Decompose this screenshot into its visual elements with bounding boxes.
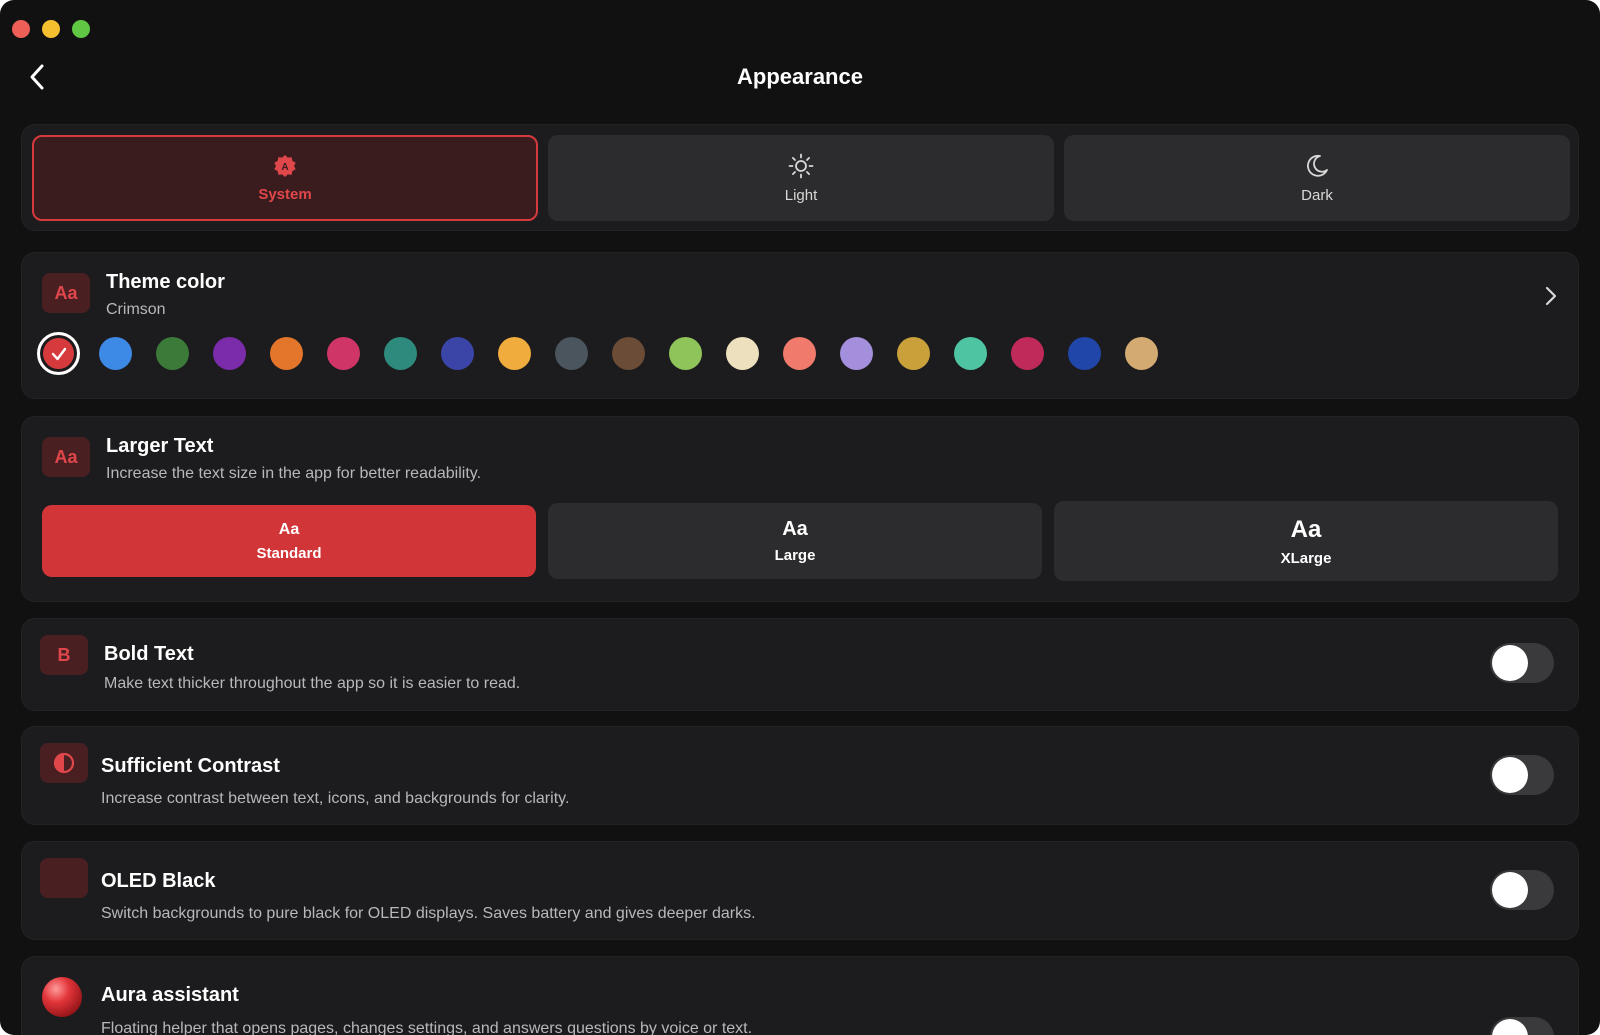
color-swatch[interactable]	[441, 337, 474, 370]
mode-label-dark: Dark	[1301, 186, 1333, 204]
bold-text-description: Make text thicker throughout the app so …	[104, 675, 521, 692]
color-swatch[interactable]	[555, 337, 588, 370]
contrast-icon-box	[40, 743, 88, 783]
aura-description: Floating helper that opens pages, change…	[101, 1020, 753, 1035]
bold-text-icon: B	[40, 635, 88, 675]
mode-option-light[interactable]: Light	[548, 135, 1054, 221]
appearance-mode-selector: A System Light Dark	[21, 124, 1579, 231]
toggle-knob	[1492, 872, 1528, 908]
text-size-xlarge-label: XLarge	[1280, 549, 1332, 567]
color-swatch[interactable]	[498, 337, 531, 370]
color-swatch[interactable]	[270, 337, 303, 370]
color-swatch[interactable]	[327, 337, 360, 370]
zoom-window-button[interactable]	[72, 20, 90, 38]
color-swatch[interactable]	[897, 337, 930, 370]
system-badge-icon: A	[274, 154, 296, 177]
contrast-icon	[53, 752, 75, 774]
oled-black-section: OLED Black Switch backgrounds to pure bl…	[21, 841, 1579, 940]
chevron-right-icon	[1545, 286, 1557, 306]
larger-text-icon: Aa	[42, 437, 90, 477]
minimize-window-button[interactable]	[42, 20, 60, 38]
checkmark-icon	[51, 347, 66, 360]
oled-icon-box	[40, 858, 88, 898]
text-size-large-label: Large	[774, 547, 816, 564]
color-swatch-row	[37, 332, 1158, 375]
mode-option-dark[interactable]: Dark	[1064, 135, 1570, 221]
app-window: Appearance A System Light Dark Aa Theme …	[0, 0, 1600, 1035]
aura-assistant-section: Aura assistant Floating helper that open…	[21, 956, 1579, 1035]
contrast-description: Increase contrast between text, icons, a…	[101, 790, 570, 807]
color-swatch[interactable]	[954, 337, 987, 370]
text-size-large[interactable]: Aa Large	[548, 503, 1042, 579]
bold-text-section: B Bold Text Make text thicker throughout…	[21, 618, 1579, 711]
color-swatch[interactable]	[37, 332, 80, 375]
text-size-standard-label: Standard	[256, 544, 322, 562]
crescent-moon-icon	[59, 869, 68, 887]
traffic-lights	[12, 20, 90, 38]
toggle-knob	[1492, 757, 1528, 793]
color-swatch[interactable]	[213, 337, 246, 370]
color-swatch[interactable]	[840, 337, 873, 370]
mode-label-light: Light	[784, 186, 818, 204]
larger-text-title: Larger Text	[106, 435, 214, 457]
moon-icon	[1307, 154, 1328, 177]
larger-text-section: Aa Larger Text Increase the text size in…	[21, 416, 1579, 602]
text-size-standard[interactable]: Aa Standard	[42, 505, 536, 577]
sufficient-contrast-section: Sufficient Contrast Increase contrast be…	[21, 726, 1579, 825]
larger-text-description: Increase the text size in the app for be…	[106, 465, 482, 482]
color-swatch[interactable]	[156, 337, 189, 370]
text-size-xlarge-glyph: Aa	[1290, 515, 1322, 543]
toggle-knob	[1492, 1019, 1528, 1035]
mode-label-system: System	[258, 185, 312, 203]
text-size-large-glyph: Aa	[782, 518, 808, 540]
theme-color-icon: Aa	[42, 273, 90, 313]
color-swatch[interactable]	[1011, 337, 1044, 370]
bold-text-title: Bold Text	[104, 643, 194, 665]
theme-color-chevron[interactable]	[1544, 285, 1558, 312]
color-swatch[interactable]	[783, 337, 816, 370]
text-size-xlarge[interactable]: Aa XLarge	[1054, 501, 1558, 581]
aura-orb-icon	[42, 977, 82, 1017]
aura-toggle[interactable]	[1490, 1017, 1554, 1035]
close-window-button[interactable]	[12, 20, 30, 38]
color-swatch[interactable]	[726, 337, 759, 370]
toggle-knob	[1492, 645, 1528, 681]
svg-text:A: A	[281, 162, 288, 173]
theme-color-title: Theme color	[106, 271, 225, 293]
page-title: Appearance	[737, 64, 863, 89]
color-swatch[interactable]	[384, 337, 417, 370]
oled-description: Switch backgrounds to pure black for OLE…	[101, 905, 756, 922]
aura-title: Aura assistant	[101, 984, 239, 1006]
oled-toggle[interactable]	[1490, 870, 1554, 910]
sun-icon	[788, 153, 814, 178]
contrast-title: Sufficient Contrast	[101, 755, 280, 777]
theme-color-current: Crimson	[106, 301, 166, 318]
color-swatch[interactable]	[1125, 337, 1158, 370]
color-swatch[interactable]	[612, 337, 645, 370]
bold-text-toggle[interactable]	[1490, 643, 1554, 683]
color-swatch[interactable]	[669, 337, 702, 370]
oled-title: OLED Black	[101, 870, 216, 892]
text-size-standard-glyph: Aa	[278, 520, 300, 538]
color-swatch[interactable]	[1068, 337, 1101, 370]
theme-color-section: Aa Theme color Crimson	[21, 252, 1579, 399]
mode-option-system[interactable]: A System	[32, 135, 538, 221]
color-swatch[interactable]	[99, 337, 132, 370]
contrast-toggle[interactable]	[1490, 755, 1554, 795]
